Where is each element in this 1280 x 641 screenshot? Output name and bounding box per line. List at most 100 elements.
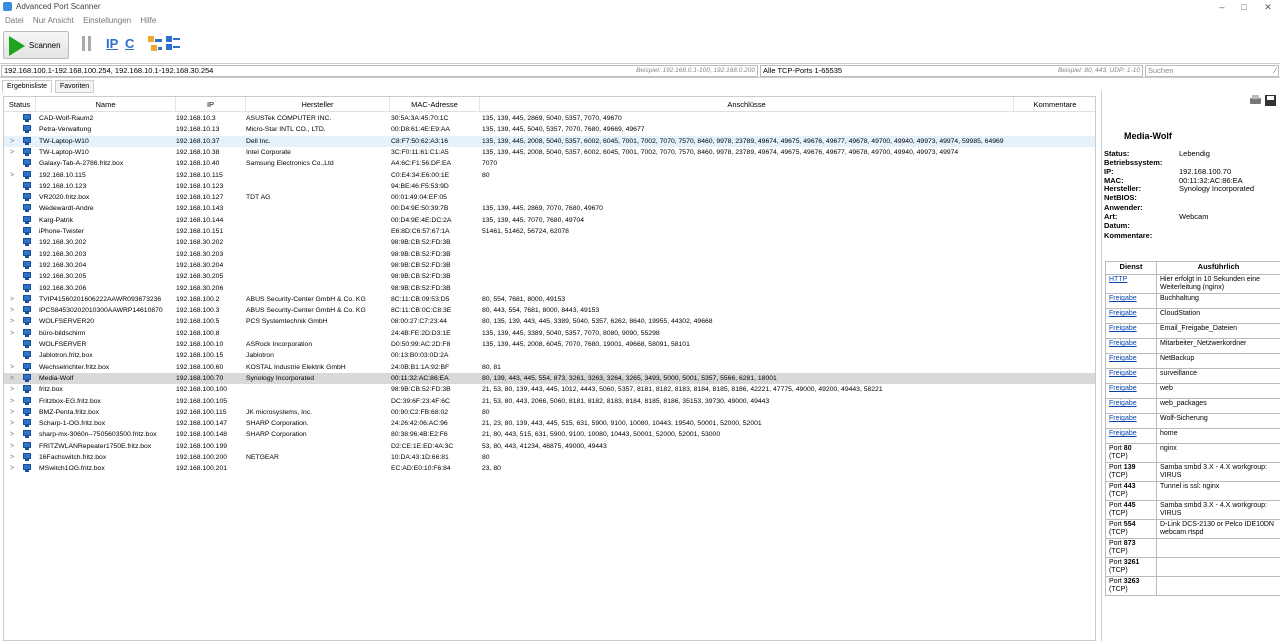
expand-chevron-icon[interactable]: > [10,452,14,463]
table-row[interactable]: > MSwitch1OG.fritz.box 192.168.100.201 EC:A… [4,463,1095,474]
service-detail: nginx [1156,443,1280,463]
table-row[interactable]: 192.168.30.204 192.168.30.204 98:9B:CB:52:… [4,260,1095,271]
column-ports[interactable]: Anschlüsse [480,97,1014,112]
table-row[interactable]: Galaxy-Tab-A-2786.fritz.box 192.168.10.40… [4,158,1095,169]
table-row[interactable]: Petra-Verwaltung 192.168.10.13 Micro-Star … [4,124,1095,135]
expand-chevron-icon[interactable]: > [10,407,14,418]
minimize-icon[interactable]: – [1210,1,1234,13]
table-row[interactable]: WOLFSERVER 192.168.100.10 ASRock Incorpora… [4,339,1095,350]
table-row[interactable]: > Fritzbox-EG.fritz.box 192.168.100.105 DC:… [4,396,1095,407]
cell-name: Galaxy-Tab-A-2786.fritz.box [39,160,124,168]
expand-chevron-icon[interactable]: > [10,316,14,327]
service-link[interactable]: Freigabe [1105,353,1157,369]
expand-chevron-icon[interactable]: > [10,384,14,395]
tab-favoriten[interactable]: Favoriten [55,80,95,93]
service-detail: Wolf-Sicherung [1156,413,1280,429]
table-row[interactable]: > TW-Laptop-W10 192.168.10.38 Intel Corpora… [4,147,1095,158]
expand-chevron-icon[interactable]: > [10,147,14,158]
table-row[interactable]: > Scharp-1-OG.fritz.box 192.168.100.147 SHA… [4,418,1095,429]
table-row[interactable]: > TVIP41560201606222AAWR093673236 192.168.… [4,294,1095,305]
menu-nur-ansicht[interactable]: Nur Ansicht [33,14,74,28]
expand-all-icon[interactable] [148,36,162,52]
column-comments[interactable]: Kommentare [1014,97,1095,112]
expand-chevron-icon[interactable]: > [10,294,14,305]
port-number: 139 [1123,464,1136,471]
service-row: Port 80 (TCP) nginx [1105,443,1280,463]
menu-hilfe[interactable]: Hilfe [140,14,156,28]
table-row[interactable]: > sharp-mx-3060n--7505603500.fritz.box 192… [4,429,1095,440]
table-row[interactable]: > Wechselrichter.fritz.box 192.168.100.60 K… [4,362,1095,373]
expand-chevron-icon[interactable]: > [10,441,14,452]
expand-chevron-icon[interactable]: > [10,362,14,373]
cell-vendor: SHARP Corporation [246,431,307,439]
table-row[interactable]: > Media-Wolf 192.168.100.70 Synology Incorp… [4,372,1095,384]
ip-range-input[interactable]: 192.168.100.1-192.168.100.254, 192.168.1… [1,65,758,77]
service-link[interactable]: Freigabe [1105,293,1157,309]
print-icon[interactable] [1250,95,1261,106]
service-link[interactable]: Freigabe [1105,383,1157,399]
menu-einstellungen[interactable]: Einstellungen [83,14,131,28]
table-row[interactable]: > FRITZWLANRepeater1750E.fritz.box 192.168… [4,441,1095,452]
table-row[interactable]: > WOLFSERVER20 192.168.100.5 PCS Systemtech… [4,316,1095,327]
expand-chevron-icon[interactable]: > [10,418,14,429]
search-input[interactable]: Suchen ∕ [1145,65,1279,77]
table-row[interactable]: 192.168.30.205 192.168.30.205 98:9B:CB:52:… [4,271,1095,282]
table-row[interactable]: CAD-Wolf-Raum2 192.168.10.3 ASUSTek COMPUT… [4,113,1095,124]
service-link[interactable]: Freigabe [1105,428,1157,444]
expand-chevron-icon[interactable]: > [10,463,14,474]
table-row[interactable]: Jablotron.fritz.box 192.168.100.15 Jablotr… [4,350,1095,361]
cell-ip: 192.168.100.70 [176,374,224,382]
expand-chevron-icon[interactable]: > [10,396,14,407]
table-row[interactable]: VR2020.fritz.box 192.168.10.127 TDT AG 00:0… [4,192,1095,203]
cell-vendor [246,181,390,192]
service-row: Freigabe NetBackup [1105,353,1280,369]
table-row[interactable]: > IPCS84530202010300AAWRP14610870 192.168.… [4,305,1095,316]
table-row[interactable]: > fritz.box 192.168.100.100 98:9B:CB:52:FD:… [4,384,1095,395]
expand-chevron-icon[interactable]: > [10,373,14,384]
table-row[interactable]: >16Fachswitch.fritz.box 192.168.100.200 NE… [4,452,1095,463]
tab-ergebnisliste[interactable]: Ergebnisliste [2,80,53,93]
column-vendor[interactable]: Hersteller [246,97,390,112]
service-link[interactable]: Freigabe [1105,413,1157,429]
scan-button[interactable]: Scannen [3,31,69,59]
close-icon[interactable]: ✕ [1256,1,1280,13]
ports-input[interactable]: Alle TCP-Ports 1-65535 Beispiel: 80, 443… [760,65,1143,77]
service-link[interactable]: Freigabe [1105,323,1157,339]
column-status[interactable]: Status [4,97,36,112]
expand-chevron-icon[interactable]: > [10,136,14,147]
column-ip[interactable]: IP [176,97,246,112]
subnet-c-icon[interactable]: C [125,35,134,53]
service-link[interactable]: Freigabe [1105,308,1157,324]
table-row[interactable]: > TW-Laptop-W10 192.168.10.37 Dell Inc. C8:F… [4,135,1095,147]
menu-datei[interactable]: Datei [5,14,24,28]
expand-chevron-icon[interactable]: > [10,429,14,440]
service-link[interactable]: Freigabe [1105,338,1157,354]
table-row[interactable]: 192.168.30.206 192.168.30.206 98:9B:CB:52:… [4,283,1095,294]
ip-range-placeholder: Beispiel: 192.168.0.1-100, 192.168.0.200 [636,67,755,74]
ip-range-icon[interactable]: IP [106,35,118,53]
expand-chevron-icon[interactable]: > [10,305,14,316]
maximize-icon[interactable]: □ [1232,1,1256,13]
save-icon[interactable] [1265,95,1276,106]
cell-name: sharp-mx-3060n--7505603500.fritz.box [39,431,157,439]
table-row[interactable]: Karg-Patrik 192.168.10.144 00:D4:9E:4E:DC:… [4,215,1095,226]
service-link[interactable]: Freigabe [1105,368,1157,384]
table-row[interactable]: >192.168.10.115 192.168.10.115 C0:E4:34:E6… [4,170,1095,181]
pause-icon[interactable] [80,28,94,62]
table-row[interactable]: > büro-bildschirm 192.168.100.8 24:4B:FE:2D… [4,328,1095,339]
table-row[interactable]: iPhone-Twister 192.168.10.151 E6:8D:C6:57:… [4,226,1095,237]
column-name[interactable]: Name [36,97,176,112]
service-link[interactable]: HTTP [1105,274,1157,294]
table-row[interactable]: Wedewardt-Andre 192.168.10.143 00:D4:9E:50… [4,203,1095,214]
service-link[interactable]: Freigabe [1105,398,1157,414]
info-key: Betriebssystem: [1104,158,1163,167]
column-mac[interactable]: MAC-Adresse [390,97,480,112]
cell-vendor [246,237,390,248]
table-row[interactable]: 192.168.30.202 192.168.30.202 98:9B:CB:52:… [4,237,1095,248]
table-row[interactable]: > BMZ-Penta.fritz.box 192.168.100.115 JK mi… [4,407,1095,418]
table-row[interactable]: 192.168.10.123 192.168.10.123 94:BE:46:F5:… [4,181,1095,192]
table-row[interactable]: 192.168.30.203 192.168.30.203 98:9B:CB:52:… [4,249,1095,260]
collapse-all-icon[interactable] [166,36,180,52]
expand-chevron-icon[interactable]: > [10,170,14,181]
expand-chevron-icon[interactable]: > [10,328,14,339]
